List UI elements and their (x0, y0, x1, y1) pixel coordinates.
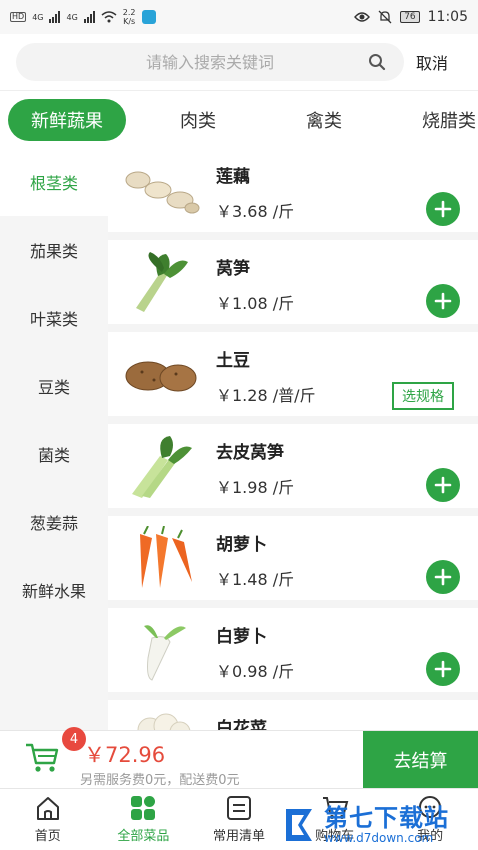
cauliflower-image (137, 713, 191, 730)
subcategory-sidebar: 根茎类 茄果类 叶菜类 豆类 菌类 葱姜蒜 新鲜水果 (0, 148, 108, 730)
network-type-2: 4G (66, 12, 78, 22)
nav-common-list-label: 常用清单 (212, 829, 265, 844)
search-input[interactable] (16, 43, 404, 81)
checkout-button[interactable]: 去结算 (363, 731, 478, 789)
white-radish-image (144, 625, 186, 681)
plus-icon (434, 200, 452, 218)
home-icon (36, 797, 59, 820)
signal-icon-2 (83, 11, 95, 23)
add-to-cart-button[interactable] (426, 560, 460, 594)
grid-icon (131, 796, 156, 820)
potato-image (125, 361, 197, 392)
product-name: 去皮莴笋 (216, 443, 284, 463)
search-icon[interactable] (368, 53, 386, 71)
clock: 11:05 (427, 9, 468, 25)
sidebar-item-root-vegetables[interactable]: 根茎类 (0, 148, 108, 216)
select-spec-button[interactable]: 选规格 (392, 382, 454, 410)
fee-note: 另需服务费0元，配送费0元 (80, 773, 240, 788)
battery-indicator: 76 (400, 11, 420, 23)
sidebar-item-mushrooms[interactable]: 菌类 (0, 420, 108, 488)
add-to-cart-button[interactable] (426, 284, 460, 318)
wifi-icon (101, 11, 117, 23)
product-price: ￥1.28 /普/斤 (216, 386, 316, 405)
cart-total-price: ￥72.96 (84, 743, 166, 767)
sidebar-item-onion-ginger-garlic[interactable]: 葱姜蒜 (0, 488, 108, 556)
shopping-cart-icon[interactable] (24, 741, 60, 775)
app-notification-icon (141, 10, 156, 24)
network-speed: 2.2 K/s (122, 8, 136, 26)
list-item[interactable]: 白花菜 (108, 700, 478, 730)
product-price: ￥3.68 /斤 (216, 202, 295, 221)
cancel-button[interactable]: 取消 (416, 50, 448, 74)
search-bar: 取消 (0, 34, 478, 90)
product-list: 莲藕 ￥3.68 /斤 莴笋 ￥1.08 /斤 土豆 ￥1.28 /普/斤 选规… (108, 148, 478, 730)
product-price: ￥1.48 /斤 (216, 570, 295, 589)
list-item[interactable]: 去皮莴笋 ￥1.98 /斤 (108, 424, 478, 508)
sidebar-item-leafy-greens[interactable]: 叶菜类 (0, 284, 108, 352)
nav-home-label: 首页 (34, 829, 61, 844)
nav-all-dishes[interactable]: 全部菜品 (96, 789, 192, 850)
cart-bar: 4 ￥72.96 另需服务费0元，配送费0元 去结算 (0, 727, 478, 789)
product-price: ￥1.08 /斤 (216, 294, 295, 313)
add-to-cart-button[interactable] (426, 652, 460, 686)
list-item[interactable]: 莴笋 ￥1.08 /斤 (108, 240, 478, 324)
product-price: ￥0.98 /斤 (216, 662, 295, 681)
add-to-cart-button[interactable] (426, 468, 460, 502)
product-name: 胡萝卜 (216, 535, 267, 555)
peeled-lettuce-stem-image (132, 436, 192, 498)
product-name: 莴笋 (216, 259, 250, 279)
nav-all-dishes-label: 全部菜品 (117, 829, 170, 844)
product-price: ￥1.98 /斤 (216, 478, 295, 497)
nav-home[interactable]: 首页 (0, 789, 96, 850)
eye-icon (354, 12, 371, 22)
tab-fresh-produce[interactable]: 新鲜蔬果 (8, 98, 126, 141)
category-tabs: 新鲜蔬果 肉类 禽类 烧腊类 (0, 90, 478, 148)
sidebar-item-fresh-fruit[interactable]: 新鲜水果 (0, 556, 108, 624)
lotus-root-image (125, 171, 200, 214)
sidebar-item-fruit-vegetables[interactable]: 茄果类 (0, 216, 108, 284)
list-item[interactable]: 白萝卜 ￥0.98 /斤 (108, 608, 478, 692)
plus-icon (434, 476, 452, 494)
plus-icon (434, 292, 452, 310)
tab-meat[interactable]: 肉类 (180, 99, 216, 141)
watermark-url: www.d7down.com (324, 831, 434, 845)
plus-icon (434, 568, 452, 586)
list-item[interactable]: 胡萝卜 ￥1.48 /斤 (108, 516, 478, 600)
signal-icon (49, 11, 61, 23)
carrot-image (140, 526, 192, 588)
add-to-cart-button[interactable] (426, 192, 460, 226)
network-type-1: 4G (32, 12, 44, 22)
product-name: 白萝卜 (216, 627, 267, 647)
status-bar: HD 4G 4G 2.2 K/s 76 11:05 (0, 0, 478, 34)
list-item[interactable]: 土豆 ￥1.28 /普/斤 选规格 (108, 332, 478, 416)
list-icon (226, 796, 251, 820)
product-name: 白花菜 (216, 719, 267, 730)
plus-icon (434, 660, 452, 678)
lettuce-stem-image (136, 252, 188, 312)
hd-badge: HD (10, 12, 27, 22)
tab-poultry[interactable]: 禽类 (306, 99, 342, 141)
product-name: 莲藕 (216, 167, 250, 187)
mute-bell-icon (378, 10, 392, 24)
nav-common-list[interactable]: 常用清单 (191, 789, 287, 850)
tab-roast-meat[interactable]: 烧腊类 (422, 99, 476, 141)
list-item[interactable]: 莲藕 ￥3.68 /斤 (108, 148, 478, 232)
watermark-logo-icon (286, 809, 312, 841)
product-name: 土豆 (216, 351, 250, 371)
site-watermark: 第七下载站 www.d7down.com (282, 800, 478, 850)
watermark-title: 第七下载站 (324, 804, 449, 832)
search-box[interactable] (16, 43, 404, 81)
sidebar-item-beans[interactable]: 豆类 (0, 352, 108, 420)
cart-count-badge: 4 (62, 727, 86, 751)
